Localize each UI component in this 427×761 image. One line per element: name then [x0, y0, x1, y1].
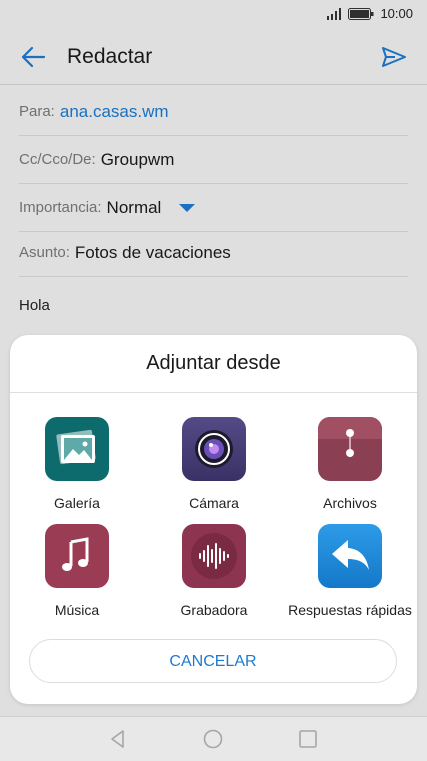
tile-label: Galería	[54, 495, 100, 511]
gallery-icon	[45, 417, 109, 481]
attach-files[interactable]: Archivos	[280, 417, 420, 511]
tile-label: Música	[54, 602, 100, 618]
camera-icon	[182, 417, 246, 481]
quick-reply-icon	[318, 524, 382, 588]
recorder-icon	[182, 524, 246, 588]
cancel-button[interactable]: CANCELAR	[29, 639, 397, 683]
attach-gallery[interactable]: Galería	[7, 417, 147, 511]
files-icon	[318, 417, 382, 481]
nav-back-icon[interactable]	[108, 729, 128, 749]
nav-recents-icon[interactable]	[298, 729, 318, 749]
sheet-title: Adjuntar desde	[146, 352, 281, 374]
music-icon	[45, 524, 109, 588]
tile-label: Archivos	[323, 495, 377, 511]
tile-label: Cámara	[189, 495, 239, 511]
nav-home-icon[interactable]	[203, 729, 223, 749]
attach-camera[interactable]: Cámara	[144, 417, 284, 511]
system-nav-bar	[0, 716, 427, 761]
tile-label: Respuestas rápidas	[288, 602, 412, 618]
divider	[10, 392, 417, 393]
attach-quick-replies[interactable]: Respuestas rápidas	[280, 524, 420, 618]
attach-recorder[interactable]: Grabadora	[144, 524, 284, 618]
attach-sheet: Adjuntar desde Galería Cámara Archivos M…	[10, 335, 417, 704]
tile-label: Grabadora	[180, 602, 248, 618]
attach-music[interactable]: Música	[7, 524, 147, 618]
